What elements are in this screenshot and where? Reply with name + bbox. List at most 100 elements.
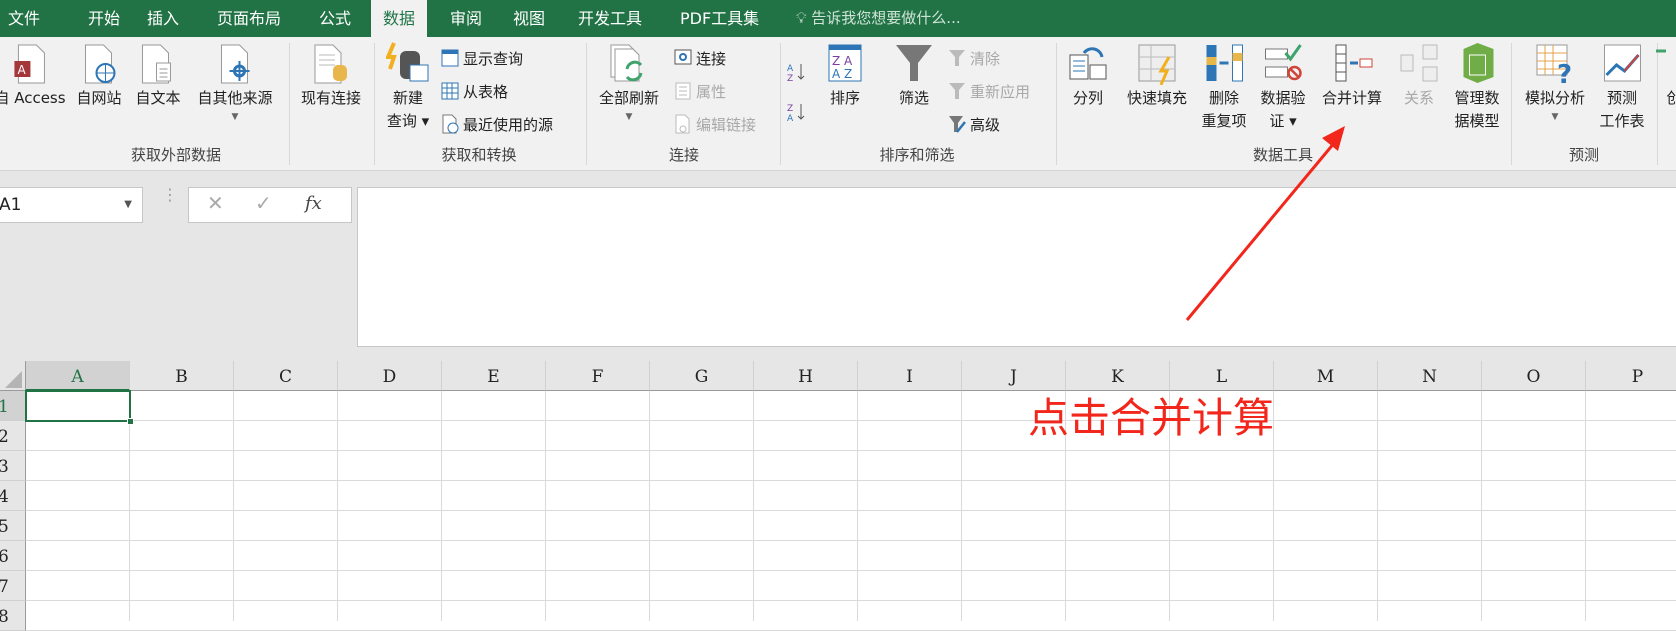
insert-function-icon[interactable]: fx xyxy=(305,193,322,214)
ribbon-button-clear-filter[interactable]: 清除 xyxy=(947,45,1000,71)
row-header-5[interactable]: 5 xyxy=(0,511,26,541)
web-icon xyxy=(84,44,115,84)
existing-connections-icon xyxy=(314,44,347,84)
column-header-A[interactable]: A xyxy=(26,361,130,391)
reapply-icon xyxy=(949,83,965,99)
ribbon-button-data-model[interactable]: 管理数 据模型 xyxy=(1454,41,1500,133)
from-table-icon xyxy=(441,82,459,100)
tab-7[interactable]: 视图 xyxy=(513,0,545,37)
row-header-8[interactable]: 8 xyxy=(0,601,26,631)
tell-me-search[interactable]: 💡︎ 告诉我您想要做什么... xyxy=(796,0,961,37)
tab-0[interactable]: 文件 xyxy=(8,0,40,37)
formula-input[interactable] xyxy=(357,187,1676,347)
row-header-7[interactable]: 7 xyxy=(0,571,26,601)
ribbon-button-filter[interactable]: 筛选 xyxy=(892,41,936,110)
group-label: 排序和筛选 xyxy=(879,146,955,164)
column-header-O[interactable]: O xyxy=(1482,361,1586,391)
gridline xyxy=(26,450,1676,451)
group-divider xyxy=(374,43,375,165)
tab-5[interactable]: 数据 xyxy=(371,0,428,37)
row-header-2[interactable]: 2 xyxy=(0,421,26,451)
enter-icon[interactable]: ✓ xyxy=(255,191,272,215)
column-header-M[interactable]: M xyxy=(1274,361,1378,391)
ribbon-button-show-queries[interactable]: 显示查询 xyxy=(440,45,523,71)
ribbon-button-text-to-columns[interactable]: 分列 xyxy=(1066,41,1110,110)
fill-handle[interactable] xyxy=(127,418,134,425)
ribbon-button-access[interactable]: A 自 Access xyxy=(0,41,66,110)
chevron-down-icon[interactable]: ▼ xyxy=(124,188,132,222)
ribbon-button-data-validation[interactable]: 数据验证 ▾ xyxy=(1260,41,1306,133)
column-header-E[interactable]: E xyxy=(442,361,546,391)
ribbon-button-from-table[interactable]: 从表格 xyxy=(440,78,508,104)
button-label: 快速填充 xyxy=(1126,89,1188,107)
tab-2[interactable]: 插入 xyxy=(147,0,179,37)
column-header-P[interactable]: P xyxy=(1586,361,1676,391)
row-header-4[interactable]: 4 xyxy=(0,481,26,511)
column-header-B[interactable]: B xyxy=(130,361,234,391)
ribbon-button-text-file[interactable]: 自文本 xyxy=(135,41,181,110)
ribbon-button-flash-fill[interactable]: 快速填充 xyxy=(1127,41,1187,110)
tab-9[interactable]: PDF工具集 xyxy=(680,0,759,37)
name-box[interactable]: A1 ▼ xyxy=(0,187,143,223)
ribbon-button-consolidate[interactable]: 合并计算 xyxy=(1322,41,1382,110)
formula-buttons: ✕ ✓ fx xyxy=(188,187,352,223)
gridline xyxy=(961,391,962,621)
chevron-down-icon: ▼ xyxy=(1551,112,1559,122)
column-header-I[interactable]: I xyxy=(858,361,962,391)
drag-handle-icon[interactable]: ⋮ xyxy=(162,187,178,203)
ribbon-button-refresh-all[interactable]: 全部刷新 ▼ xyxy=(599,41,659,124)
gridline xyxy=(1481,391,1482,621)
column-header-H[interactable]: H xyxy=(754,361,858,391)
tab-4[interactable]: 公式 xyxy=(319,0,351,37)
tab-8[interactable]: 开发工具 xyxy=(578,0,642,37)
ribbon-button-existing-connections[interactable]: 现有连接 xyxy=(301,41,361,110)
column-header-C[interactable]: C xyxy=(234,361,338,391)
tab-6[interactable]: 审阅 xyxy=(450,0,482,37)
group-label: 数据工具 xyxy=(1252,146,1314,164)
gridline xyxy=(545,391,546,621)
ribbon-button-sort[interactable]: Z AA Z 排序 xyxy=(823,41,867,110)
spreadsheet-grid[interactable]: ABCDEFGHIJKLMNOP12345678 xyxy=(0,361,1676,631)
column-header-N[interactable]: N xyxy=(1378,361,1482,391)
ribbon-button-properties[interactable]: 属性 xyxy=(673,78,726,104)
text-file-icon xyxy=(141,44,171,84)
tab-1[interactable]: 开始 xyxy=(88,0,120,37)
button-label: 编辑链接 xyxy=(696,115,757,134)
group-divider xyxy=(586,43,587,165)
gridline xyxy=(1377,391,1378,621)
select-all-button[interactable] xyxy=(0,361,26,391)
ribbon-button-remove-duplicates[interactable]: 删除 重复项 xyxy=(1201,41,1247,133)
ribbon-button-advanced-filter[interactable]: 高级 xyxy=(947,111,1000,137)
ribbon-button-what-if[interactable]: ? 模拟分析 ▼ xyxy=(1525,41,1585,124)
button-label: 据模型 xyxy=(1454,112,1500,130)
button-label: 全部刷新 xyxy=(598,89,660,107)
ribbon-button-group[interactable]: 创 xyxy=(1652,41,1676,110)
cancel-icon[interactable]: ✕ xyxy=(207,191,224,215)
ribbon-button-recent-sources[interactable]: 最近使用的源 xyxy=(440,111,553,137)
column-header-D[interactable]: D xyxy=(338,361,442,391)
row-header-6[interactable]: 6 xyxy=(0,541,26,571)
what-if-icon: ? xyxy=(1536,44,1572,85)
ribbon-button-other-sources[interactable]: 自其他来源 ▼ xyxy=(197,41,273,124)
gridline xyxy=(857,391,858,621)
row-header-3[interactable]: 3 xyxy=(0,451,26,481)
column-header-F[interactable]: F xyxy=(546,361,650,391)
selected-cell-A1[interactable] xyxy=(25,390,134,425)
gridline xyxy=(26,540,1676,541)
ribbon-button-forecast-sheet[interactable]: 预测 工作表 xyxy=(1599,41,1645,133)
column-header-G[interactable]: G xyxy=(650,361,754,391)
gridline xyxy=(649,391,650,621)
connections-icon xyxy=(674,49,692,65)
ribbon-button-reapply[interactable]: 重新应用 xyxy=(947,78,1030,104)
row-header-1[interactable]: 1 xyxy=(0,391,26,421)
ribbon-button-edit-links[interactable]: 编辑链接 xyxy=(673,111,756,137)
tab-3[interactable]: 页面布局 xyxy=(217,0,281,37)
ribbon-button-new-query[interactable]: 新建 查询 ▾ xyxy=(386,41,430,133)
ribbon-button-web[interactable]: 自网站 xyxy=(76,41,122,110)
ribbon-button-sort-a-z[interactable]: AZ xyxy=(786,59,806,85)
ribbon-button-relationships[interactable]: 关系 xyxy=(1397,41,1441,110)
button-label: 清除 xyxy=(970,49,1001,68)
button-label: 连接 xyxy=(696,49,727,68)
ribbon-button-sort-z-a[interactable]: ZA xyxy=(786,99,806,125)
ribbon-button-connections[interactable]: 连接 xyxy=(673,45,726,71)
